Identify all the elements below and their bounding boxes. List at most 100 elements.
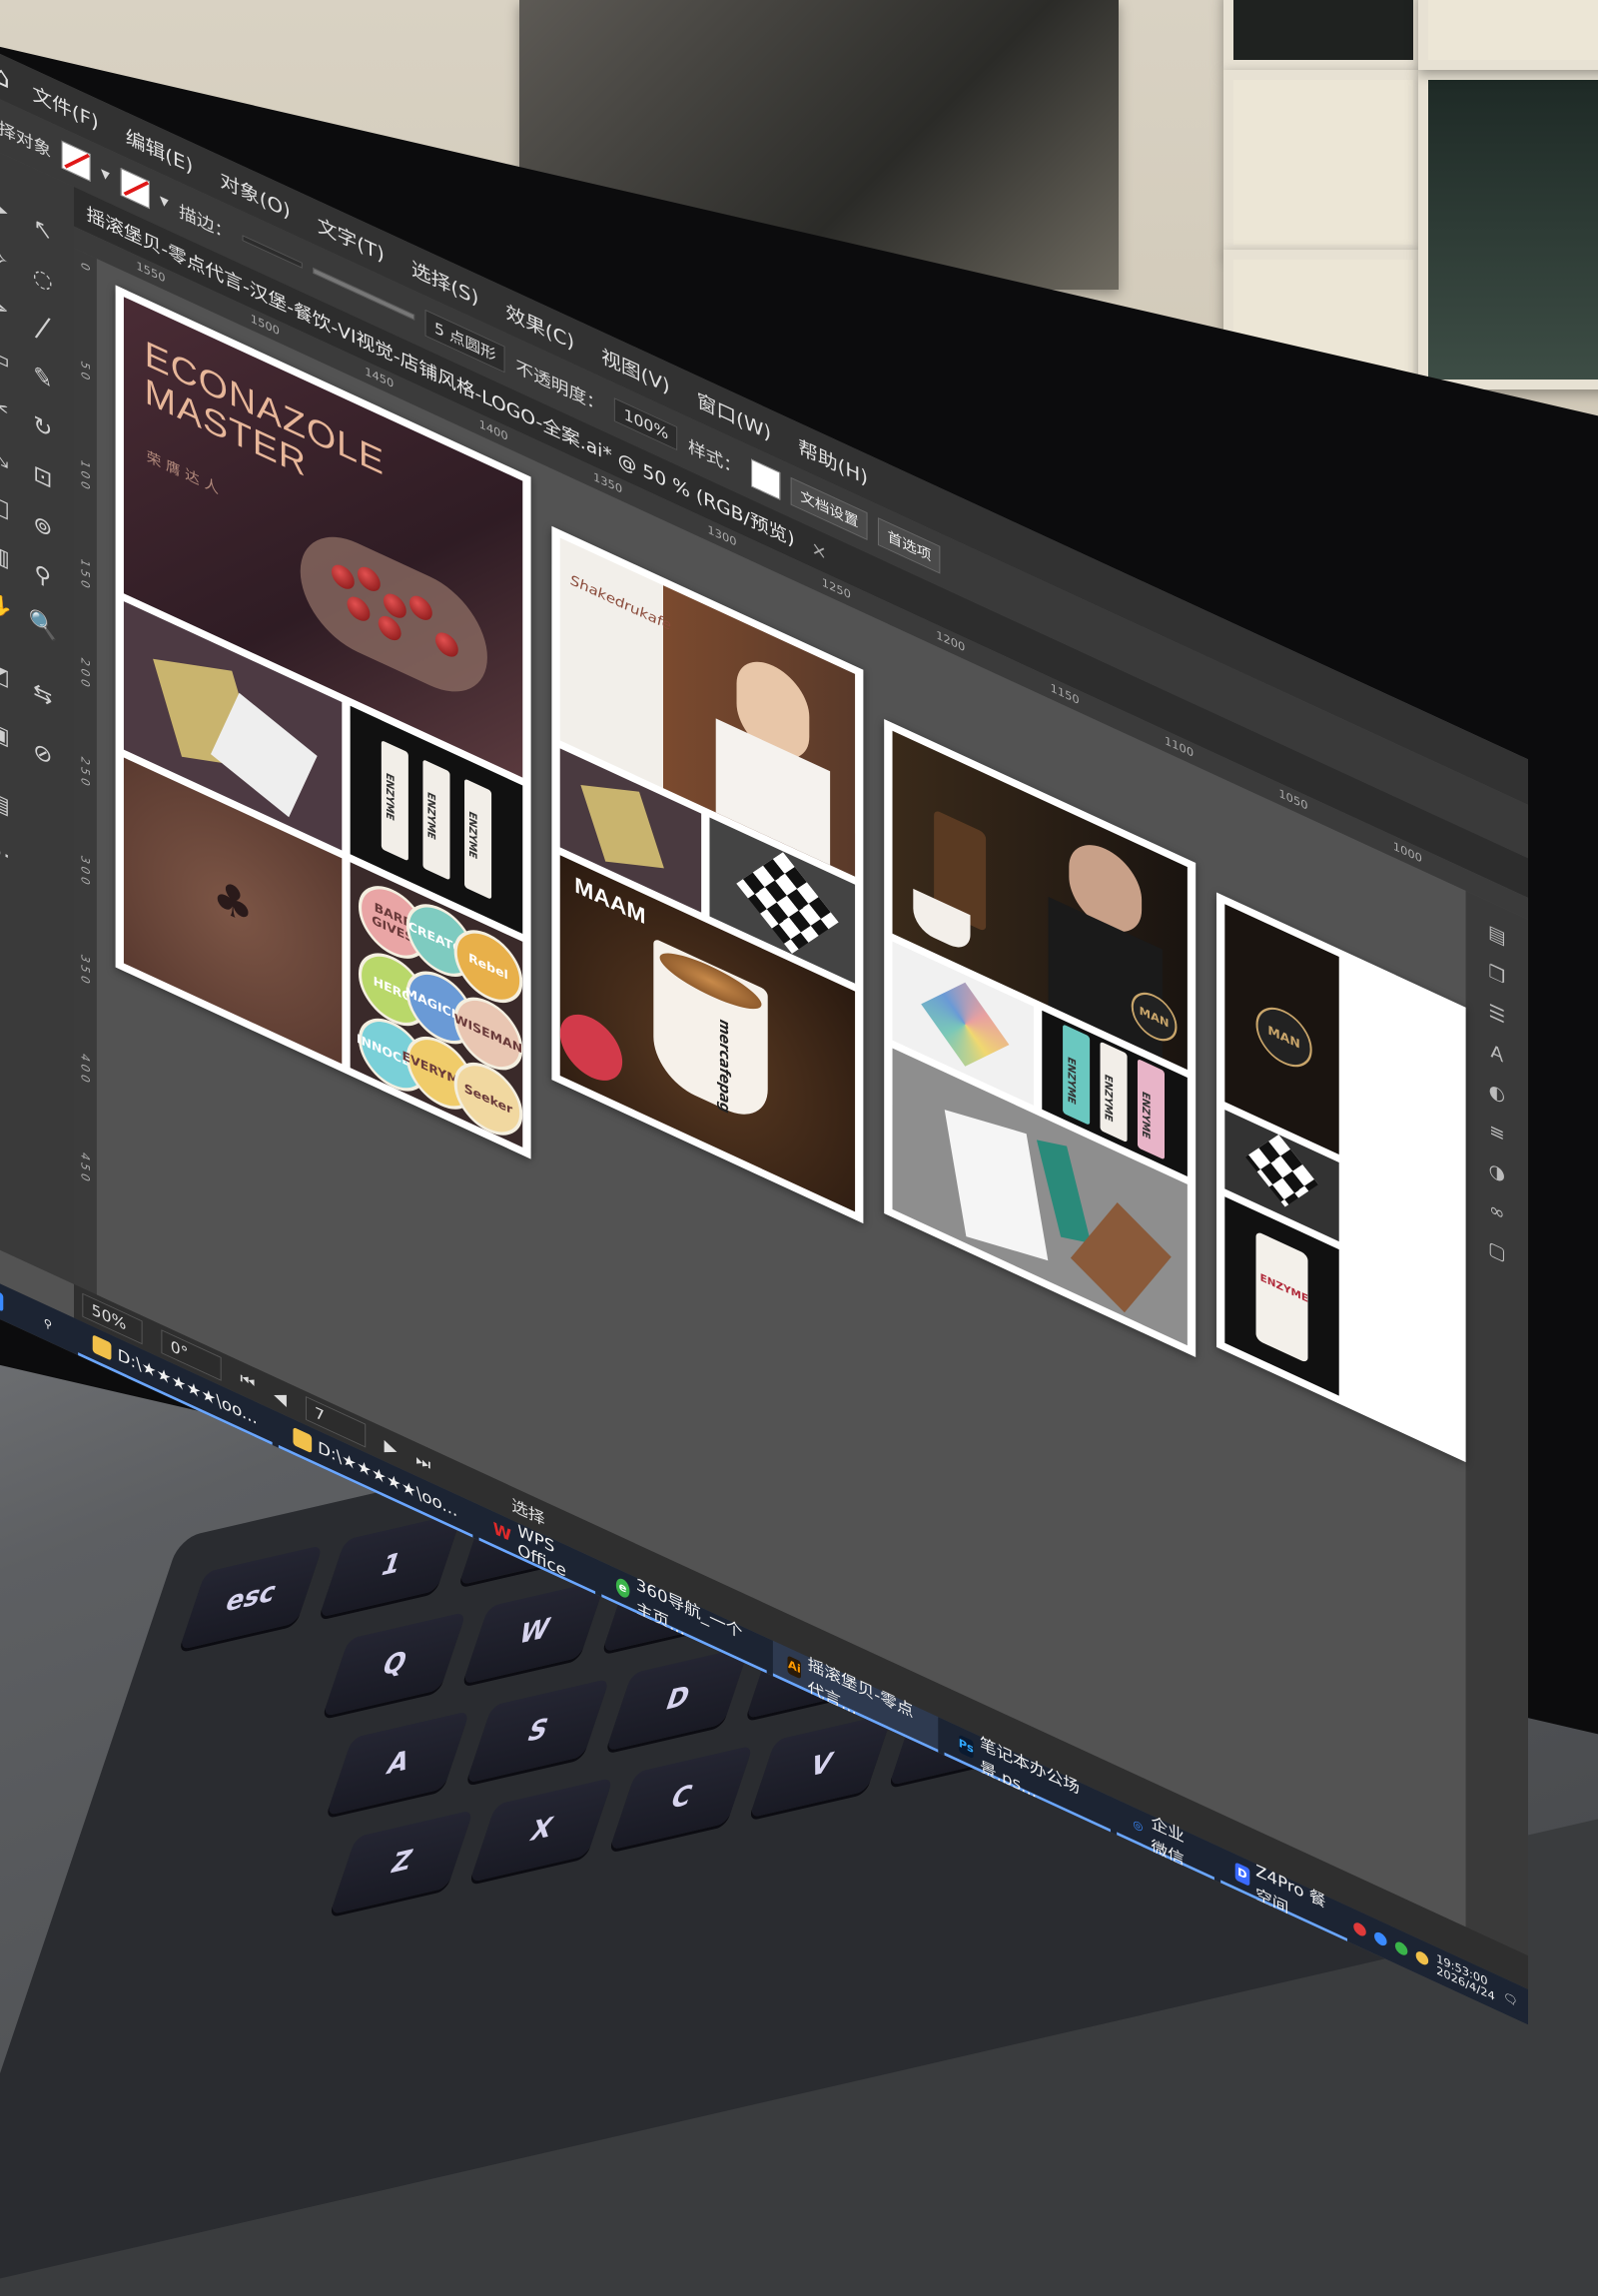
zoom-icon[interactable]: 🔍 [24, 599, 61, 652]
transparency-icon[interactable]: ◑ [1484, 1156, 1509, 1191]
key-z[interactable]: Z [330, 1810, 474, 1915]
key-esc[interactable]: esc [179, 1544, 324, 1651]
screen-mode-icon[interactable]: ▤ [0, 776, 18, 829]
key-a[interactable]: A [326, 1710, 470, 1817]
ruler-tick: 3 0 0 [78, 853, 92, 888]
gradient-icon[interactable]: ◧ [0, 479, 18, 532]
ruler-tick: 1 0 0 [78, 457, 92, 492]
enzyme-sachet: ENZYME [381, 740, 408, 862]
paper-bag [944, 1110, 1049, 1261]
key-q[interactable]: Q [322, 1611, 467, 1718]
stroke-icon[interactable]: ≡ [1484, 1117, 1509, 1151]
layers-icon[interactable]: ❐ [1484, 959, 1509, 994]
rectangle-icon[interactable]: ▭ [0, 332, 18, 384]
enzyme-sachet: ENZYME [1063, 1024, 1091, 1126]
cafe-logo-text: Shakedrukafe [570, 571, 671, 635]
free-transform-icon[interactable]: ⊡ [24, 450, 61, 503]
enzyme-sachet: ENZYME [1100, 1041, 1128, 1144]
next-artboard-icon[interactable]: ▶ [385, 1435, 398, 1460]
color-mode-icon[interactable]: ▣ [0, 707, 18, 760]
wecom-icon: ◎ [1133, 1817, 1144, 1835]
tools-panel: ➤ ↖ ✧ ◌ ✒ ╱ ▭ ✎ ✂ ↻ ⤡ ⊡ ◧ ⊚ ▥ ⚲ ✋ 🔍 ◩ ⇆ … [0, 139, 74, 1284]
green-tube [1036, 1140, 1092, 1243]
panel-dock: ▤ ❐ ☰ A ◐ ≡ ◑ ∞ ▢ [1465, 890, 1528, 1958]
style-swatch[interactable] [751, 458, 781, 500]
enzyme-sachet: ENZYME [422, 759, 450, 881]
windows-icon: ⊞ [0, 1285, 4, 1312]
swap-icon[interactable]: ⇆ [24, 668, 61, 721]
doc-icon: D [1234, 1861, 1249, 1887]
rotate-icon[interactable]: ↻ [24, 401, 61, 454]
first-artboard-icon[interactable]: ⏮ [240, 1368, 255, 1395]
key-v[interactable]: V [749, 1713, 894, 1819]
tray-icon[interactable] [1415, 1948, 1428, 1967]
none-color-icon[interactable]: ⊘ [24, 727, 61, 780]
home-icon[interactable]: ⌂ [0, 48, 32, 107]
key-c[interactable]: C [609, 1745, 754, 1851]
stroke-swatch[interactable] [120, 167, 150, 209]
selection-tool-icon[interactable]: ➤ [0, 183, 18, 236]
key-s[interactable]: S [465, 1678, 610, 1784]
tray-icon[interactable] [1373, 1929, 1387, 1948]
prev-artboard-icon[interactable]: ◀ [274, 1384, 287, 1409]
eyedropper-icon[interactable]: ⚲ [24, 549, 61, 602]
stroke-weight-field[interactable] [242, 235, 303, 269]
more-tools-icon[interactable]: ⋯ [0, 826, 18, 879]
vertical-ruler: 0 5 0 1 0 0 1 5 0 2 0 0 2 5 0 3 0 0 3 5 … [74, 248, 97, 1297]
ruler-tick: 4 5 0 [78, 1149, 92, 1184]
folder-icon [92, 1333, 112, 1361]
chevron-down-icon[interactable]: ▾ [160, 190, 169, 214]
notification-icon[interactable]: 🗨 [1503, 1989, 1518, 2009]
close-icon[interactable]: × [811, 536, 827, 564]
cup-brand-text: mercafepag [715, 1016, 733, 1117]
folder-icon [293, 1426, 312, 1453]
fill-stroke-icon[interactable]: ◩ [0, 648, 18, 701]
graph-icon[interactable]: ▥ [0, 529, 18, 582]
libraries-icon[interactable]: ☰ [1484, 999, 1509, 1034]
checker-box [736, 852, 839, 954]
lasso-icon[interactable]: ◌ [24, 253, 61, 306]
enzyme-sachet: ENZYME [1137, 1058, 1165, 1160]
econazole-subtitle: 荣 膺 达 人 [146, 448, 219, 498]
key-1[interactable]: 1 [319, 1512, 463, 1618]
tray-icon[interactable] [1394, 1939, 1407, 1957]
color-icon[interactable]: ◐ [1484, 1078, 1509, 1113]
artboard-3[interactable]: MAN ENZYME ENZYME ENZYME [884, 718, 1197, 1358]
search-icon: ⚲ [43, 1315, 53, 1332]
tray-icon[interactable] [1352, 1919, 1366, 1938]
key-x[interactable]: X [469, 1777, 614, 1884]
wall-frame-car [1418, 70, 1598, 389]
direct-selection-icon[interactable]: ↖ [24, 204, 61, 257]
pen-icon[interactable]: ✒ [0, 282, 18, 335]
gold-card [580, 784, 664, 869]
hand-icon[interactable]: ✋ [0, 578, 18, 631]
ruler-tick: 4 0 0 [78, 1051, 92, 1086]
blend-icon[interactable]: ⊚ [24, 500, 61, 553]
ruler-tick: 5 0 [78, 359, 92, 383]
last-artboard-icon[interactable]: ⏭ [415, 1449, 430, 1476]
artboard-4[interactable]: MAN ENZYME [1216, 892, 1466, 1463]
scissors-icon[interactable]: ✂ [0, 381, 18, 433]
wall-frame [1223, 0, 1423, 70]
scale-icon[interactable]: ⤡ [0, 430, 18, 483]
wooden-board [1070, 1202, 1172, 1313]
brush-icon[interactable]: ✎ [24, 352, 61, 404]
start-button[interactable]: ⊞ [0, 1270, 18, 1328]
type-icon[interactable]: A [1484, 1038, 1509, 1073]
artboard-2[interactable]: Shakedrukafe MAAM mercafepag [551, 525, 864, 1224]
key-w[interactable]: W [461, 1579, 607, 1685]
line-icon[interactable]: ╱ [24, 303, 61, 356]
pinwheel-pack [921, 982, 1010, 1067]
tree-logo-icon: ♣ [212, 867, 254, 938]
rose-flower [559, 1003, 623, 1092]
fill-swatch[interactable] [61, 140, 91, 182]
enzyme-bottle: ENZYME [1255, 1230, 1308, 1364]
magic-wand-icon[interactable]: ✧ [0, 233, 18, 286]
key-d[interactable]: D [605, 1646, 750, 1752]
search-button[interactable]: ⚲ [24, 1295, 72, 1353]
artboards-icon[interactable]: ▢ [1484, 1235, 1509, 1270]
illustrator-icon: Ai [787, 1654, 802, 1680]
links-icon[interactable]: ∞ [1484, 1196, 1509, 1231]
properties-icon[interactable]: ▤ [1484, 919, 1509, 954]
chevron-down-icon[interactable]: ▾ [101, 163, 110, 187]
